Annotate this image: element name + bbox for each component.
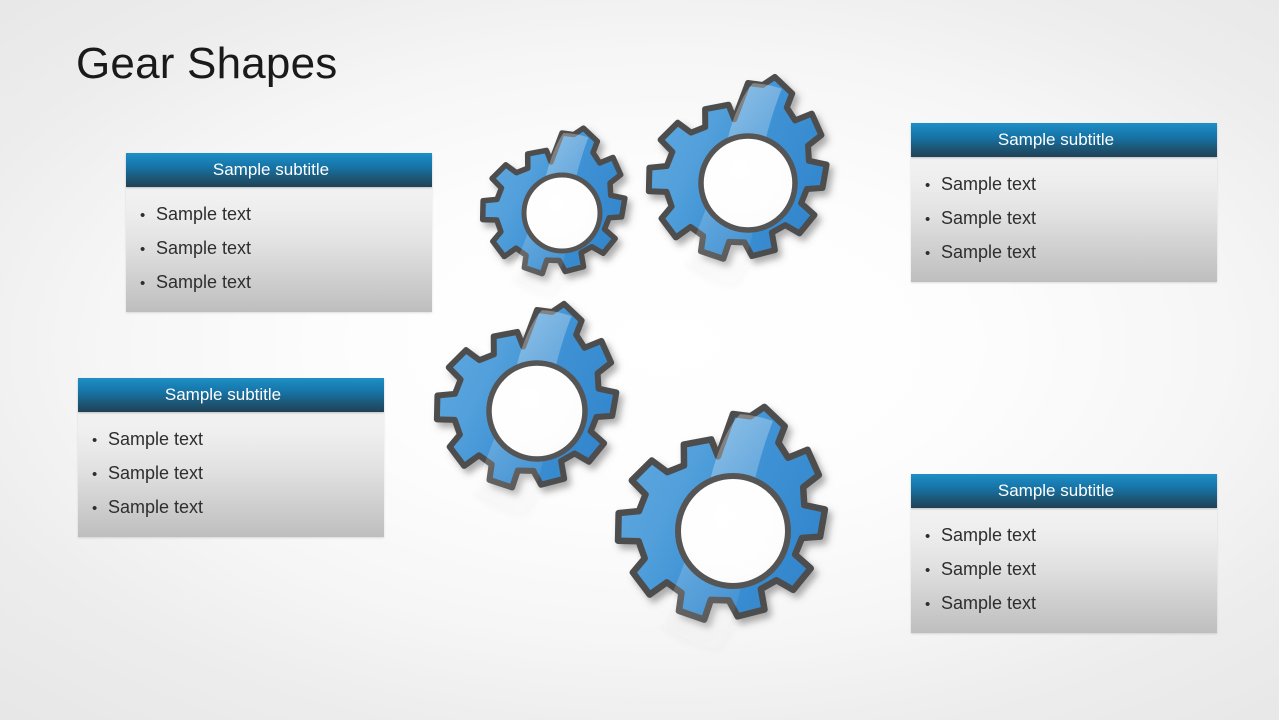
list-item: • Sample text — [78, 491, 384, 525]
list-item-label: Sample text — [941, 208, 1037, 228]
bullet-icon: • — [92, 466, 98, 483]
slide-canvas: Gear Shapes Sample subtitle • Sample tex… — [0, 0, 1279, 720]
bullet-icon: • — [925, 528, 931, 545]
bullet-icon: • — [925, 245, 931, 262]
gear-bottom-right-icon — [614, 403, 829, 648]
card-subtitle-header: Sample subtitle — [911, 474, 1217, 508]
list-item: • Sample text — [78, 457, 384, 491]
gear-top-right-icon — [645, 73, 830, 283]
gear-middle-left-icon — [433, 300, 620, 512]
list-item-label: Sample text — [941, 559, 1037, 579]
bullet-icon: • — [92, 432, 98, 449]
gear-top-left-icon — [479, 125, 628, 293]
list-item-label: Sample text — [941, 174, 1037, 194]
list-item-label: Sample text — [108, 497, 204, 517]
list-item: • Sample text — [911, 519, 1217, 553]
bullet-icon: • — [925, 596, 931, 613]
card-subtitle-header: Sample subtitle — [911, 123, 1217, 157]
text-card-top-right[interactable]: Sample subtitle • Sample text • Sample t… — [911, 123, 1217, 282]
page-title: Gear Shapes — [76, 39, 338, 88]
bullet-icon: • — [140, 275, 146, 292]
list-item: • Sample text — [911, 168, 1217, 202]
bullet-icon: • — [140, 207, 146, 224]
bullet-icon: • — [925, 177, 931, 194]
list-item: • Sample text — [911, 202, 1217, 236]
bullet-icon: • — [92, 500, 98, 517]
list-item-label: Sample text — [156, 238, 252, 258]
list-item-label: Sample text — [941, 593, 1037, 613]
list-item-label: Sample text — [108, 463, 204, 483]
list-item: • Sample text — [126, 266, 432, 300]
list-item: • Sample text — [126, 232, 432, 266]
bullet-icon: • — [925, 562, 931, 579]
text-card-top-left[interactable]: Sample subtitle • Sample text • Sample t… — [126, 153, 432, 312]
list-item-label: Sample text — [941, 242, 1037, 262]
bullet-icon: • — [140, 241, 146, 258]
card-subtitle-header: Sample subtitle — [78, 378, 384, 412]
card-body: • Sample text • Sample text • Sample tex… — [911, 157, 1217, 282]
list-item: • Sample text — [126, 198, 432, 232]
card-subtitle-header: Sample subtitle — [126, 153, 432, 187]
list-item: • Sample text — [78, 423, 384, 457]
list-item: • Sample text — [911, 236, 1217, 270]
card-body: • Sample text • Sample text • Sample tex… — [78, 412, 384, 537]
list-item-label: Sample text — [156, 272, 252, 292]
list-item-label: Sample text — [108, 429, 204, 449]
text-card-bottom-right[interactable]: Sample subtitle • Sample text • Sample t… — [911, 474, 1217, 633]
list-item-label: Sample text — [941, 525, 1037, 545]
card-body: • Sample text • Sample text • Sample tex… — [911, 508, 1217, 633]
card-body: • Sample text • Sample text • Sample tex… — [126, 187, 432, 312]
text-card-bottom-left[interactable]: Sample subtitle • Sample text • Sample t… — [78, 378, 384, 537]
list-item: • Sample text — [911, 553, 1217, 587]
bullet-icon: • — [925, 211, 931, 228]
list-item-label: Sample text — [156, 204, 252, 224]
list-item: • Sample text — [911, 587, 1217, 621]
